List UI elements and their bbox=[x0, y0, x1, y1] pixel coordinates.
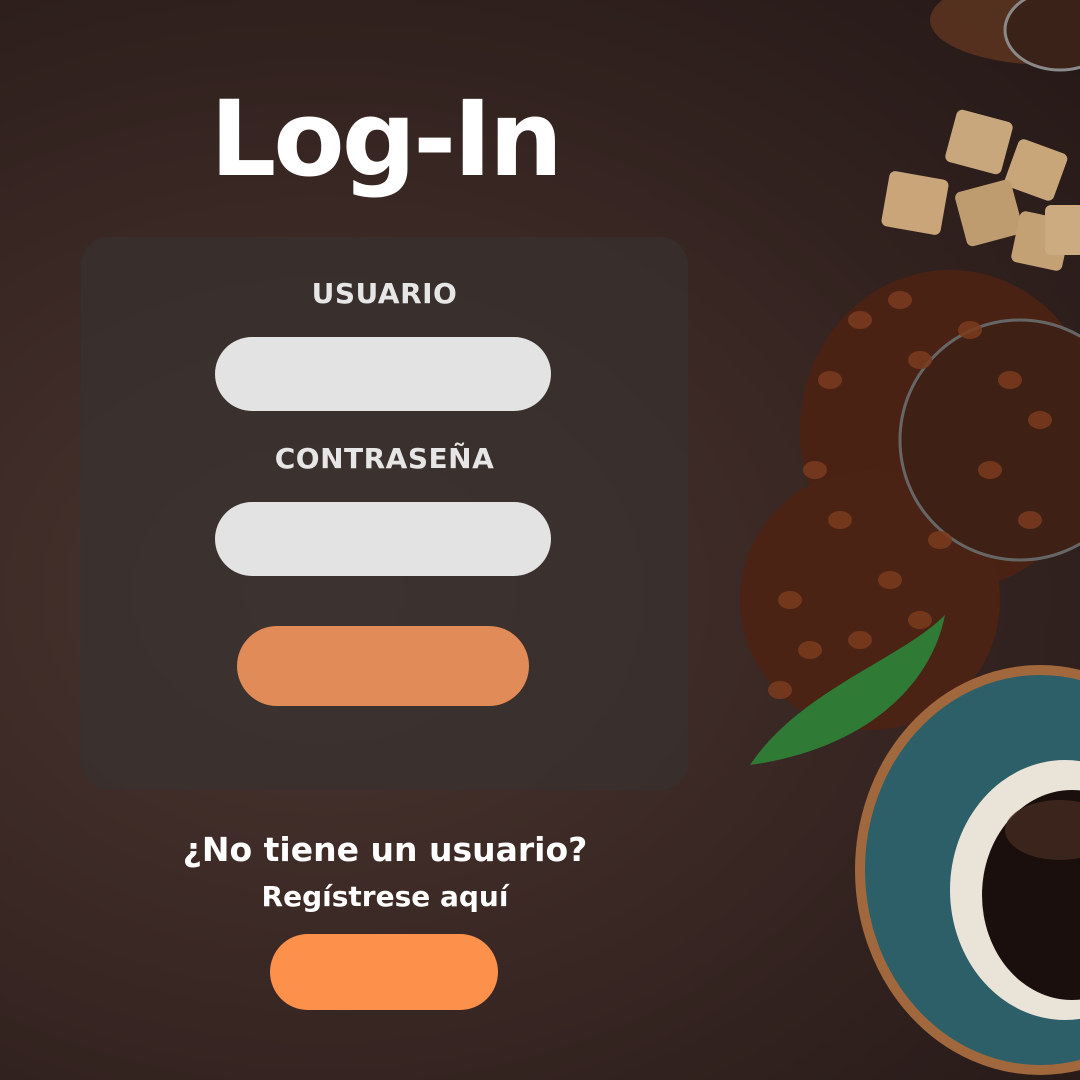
username-label: USUARIO bbox=[311, 277, 458, 310]
sugar-cubes-icon bbox=[881, 109, 1080, 271]
login-button[interactable] bbox=[237, 626, 529, 706]
register-link[interactable]: Regístrese aquí bbox=[0, 880, 770, 913]
page-title: Log-In bbox=[209, 78, 563, 200]
login-panel: USUARIO CONTRASEÑA bbox=[81, 237, 688, 790]
username-input[interactable] bbox=[215, 337, 551, 411]
coffee-decoration-image bbox=[740, 0, 1080, 1075]
coffee-cup-icon bbox=[855, 665, 1080, 1075]
password-input[interactable] bbox=[215, 502, 551, 576]
register-button[interactable] bbox=[270, 934, 498, 1010]
no-account-question: ¿No tiene un usuario? bbox=[182, 830, 588, 869]
password-label: CONTRASEÑA bbox=[274, 442, 495, 475]
